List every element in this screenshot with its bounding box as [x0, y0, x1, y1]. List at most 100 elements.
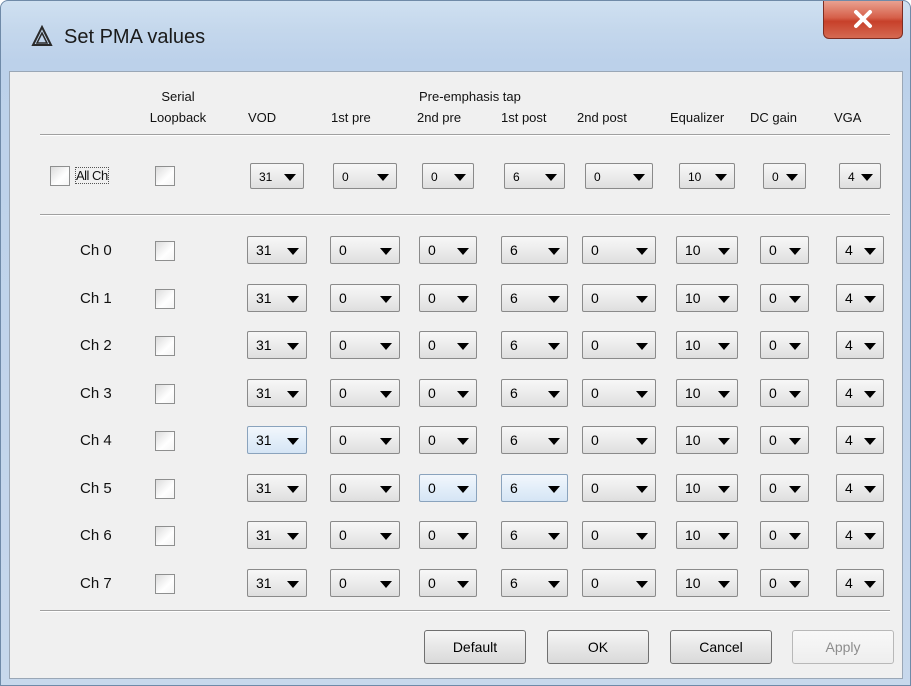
- all-vod-dropdown[interactable]: 31: [250, 163, 304, 189]
- channel-vod-dropdown-value: 31: [256, 337, 272, 353]
- channel-vod-dropdown-value: 31: [256, 289, 272, 306]
- channel-eq-dropdown[interactable]: 10: [676, 331, 738, 359]
- channel-post2-dropdown[interactable]: 0: [582, 236, 656, 264]
- all-post1-dropdown[interactable]: 6: [504, 163, 565, 189]
- channel-pre2-dropdown[interactable]: 0: [419, 236, 477, 264]
- channel-vga-dropdown[interactable]: 4: [836, 378, 884, 407]
- channel-post1-dropdown[interactable]: 6: [501, 331, 568, 359]
- all-ch-checkbox[interactable]: [50, 166, 70, 186]
- channel-pre1-dropdown[interactable]: 0: [330, 426, 400, 454]
- channel-vod-dropdown[interactable]: 31: [247, 568, 307, 597]
- channel-loopback-checkbox[interactable]: [155, 573, 175, 594]
- channel-post1-dropdown[interactable]: 6: [501, 521, 568, 549]
- channel-post2-dropdown[interactable]: 0: [582, 473, 656, 502]
- channel-pre2-dropdown[interactable]: 0: [419, 378, 477, 407]
- channel-loopback-checkbox[interactable]: [155, 336, 175, 356]
- channel-eq-dropdown[interactable]: 10: [676, 426, 738, 454]
- channel-pre2-dropdown[interactable]: 0: [419, 521, 477, 549]
- chevron-down-icon: [718, 295, 730, 303]
- channel-dc-dropdown[interactable]: 0: [760, 331, 809, 359]
- channel-pre1-dropdown[interactable]: 0: [330, 331, 400, 359]
- apply-button[interactable]: Apply: [792, 630, 894, 664]
- default-button[interactable]: Default: [424, 630, 526, 664]
- channel-dc-dropdown[interactable]: 0: [760, 236, 809, 264]
- channel-pre1-dropdown[interactable]: 0: [330, 236, 400, 264]
- all-eq-dropdown[interactable]: 10: [679, 163, 735, 189]
- channel-pre1-dropdown[interactable]: 0: [330, 521, 400, 549]
- separator-middle: [40, 214, 890, 216]
- channel-loopback-checkbox[interactable]: [155, 431, 175, 451]
- channel-vga-dropdown[interactable]: 4: [836, 426, 884, 454]
- channel-post2-dropdown[interactable]: 0: [582, 426, 656, 454]
- channel-dc-dropdown[interactable]: 0: [760, 521, 809, 549]
- channel-dc-dropdown[interactable]: 0: [760, 568, 809, 597]
- cancel-button[interactable]: Cancel: [670, 630, 772, 664]
- channel-loopback-checkbox[interactable]: [155, 241, 175, 261]
- channel-dc-dropdown[interactable]: 0: [760, 426, 809, 454]
- channel-vod-dropdown[interactable]: 31: [247, 378, 307, 407]
- channel-pre2-dropdown[interactable]: 0: [419, 568, 477, 597]
- channel-post1-dropdown[interactable]: 6: [501, 283, 568, 312]
- all-post2-dropdown[interactable]: 0: [585, 163, 653, 189]
- channel-post2-dropdown[interactable]: 0: [582, 378, 656, 407]
- header-1st-post: 1st post: [501, 110, 547, 125]
- channel-loopback-checkbox[interactable]: [155, 526, 175, 546]
- channel-post1-dropdown[interactable]: 6: [501, 378, 568, 407]
- channel-loopback-checkbox[interactable]: [155, 288, 175, 309]
- channel-post2-dropdown[interactable]: 0: [582, 521, 656, 549]
- channel-vga-dropdown[interactable]: 4: [836, 236, 884, 264]
- channel-eq-dropdown[interactable]: 10: [676, 568, 738, 597]
- channel-pre1-dropdown[interactable]: 0: [330, 568, 400, 597]
- channel-eq-dropdown[interactable]: 10: [676, 378, 738, 407]
- all-ch-label[interactable]: All Ch: [75, 167, 109, 184]
- channel-dc-dropdown[interactable]: 0: [760, 378, 809, 407]
- all-dc-dropdown-value: 0: [772, 170, 779, 184]
- channel-dc-dropdown[interactable]: 0: [760, 473, 809, 502]
- all-dc-dropdown[interactable]: 0: [763, 163, 806, 189]
- channel-loopback-checkbox[interactable]: [155, 478, 175, 499]
- all-loopback-checkbox[interactable]: [155, 166, 175, 186]
- chevron-down-icon: [636, 295, 648, 303]
- all-pre1-dropdown[interactable]: 0: [333, 163, 397, 189]
- channel-eq-dropdown[interactable]: 10: [676, 283, 738, 312]
- channel-eq-dropdown[interactable]: 10: [676, 473, 738, 502]
- channel-vod-dropdown[interactable]: 31: [247, 426, 307, 454]
- channel-vga-dropdown[interactable]: 4: [836, 283, 884, 312]
- channel-vga-dropdown[interactable]: 4: [836, 473, 884, 502]
- channel-post2-dropdown[interactable]: 0: [582, 331, 656, 359]
- all-post2-dropdown-value: 0: [594, 170, 601, 184]
- channel-pre1-dropdown[interactable]: 0: [330, 378, 400, 407]
- channel-post1-dropdown[interactable]: 6: [501, 426, 568, 454]
- chevron-down-icon: [287, 580, 299, 588]
- channel-eq-dropdown[interactable]: 10: [676, 521, 738, 549]
- channel-pre2-dropdown[interactable]: 0: [419, 426, 477, 454]
- channel-pre2-dropdown[interactable]: 0: [419, 331, 477, 359]
- channel-vod-dropdown[interactable]: 31: [247, 283, 307, 312]
- channel-pre2-dropdown[interactable]: 0: [419, 473, 477, 502]
- all-pre2-dropdown[interactable]: 0: [422, 163, 474, 189]
- channel-vod-dropdown[interactable]: 31: [247, 521, 307, 549]
- all-vga-dropdown[interactable]: 4: [839, 163, 881, 189]
- channel-loopback-checkbox[interactable]: [155, 383, 175, 404]
- channel-pre1-dropdown[interactable]: 0: [330, 473, 400, 502]
- channel-vod-dropdown[interactable]: 31: [247, 473, 307, 502]
- channel-pre2-dropdown[interactable]: 0: [419, 283, 477, 312]
- channel-vga-dropdown[interactable]: 4: [836, 568, 884, 597]
- channel-vga-dropdown[interactable]: 4: [836, 331, 884, 359]
- channel-dc-dropdown[interactable]: 0: [760, 283, 809, 312]
- channel-pre1-dropdown[interactable]: 0: [330, 283, 400, 312]
- channel-post1-dropdown[interactable]: 6: [501, 236, 568, 264]
- channel-vod-dropdown[interactable]: 31: [247, 331, 307, 359]
- channel-vga-dropdown[interactable]: 4: [836, 521, 884, 549]
- channel-post2-dropdown[interactable]: 0: [582, 568, 656, 597]
- channel-post1-dropdown[interactable]: 6: [501, 473, 568, 502]
- chevron-down-icon: [636, 390, 648, 398]
- close-button[interactable]: [823, 1, 903, 39]
- channel-vod-dropdown[interactable]: 31: [247, 236, 307, 264]
- channel-post2-dropdown[interactable]: 0: [582, 283, 656, 312]
- channel-post1-dropdown[interactable]: 6: [501, 568, 568, 597]
- altera-logo-icon: [31, 25, 53, 46]
- ok-button[interactable]: OK: [547, 630, 649, 664]
- title-bar[interactable]: Set PMA values: [1, 1, 910, 71]
- channel-eq-dropdown[interactable]: 10: [676, 236, 738, 264]
